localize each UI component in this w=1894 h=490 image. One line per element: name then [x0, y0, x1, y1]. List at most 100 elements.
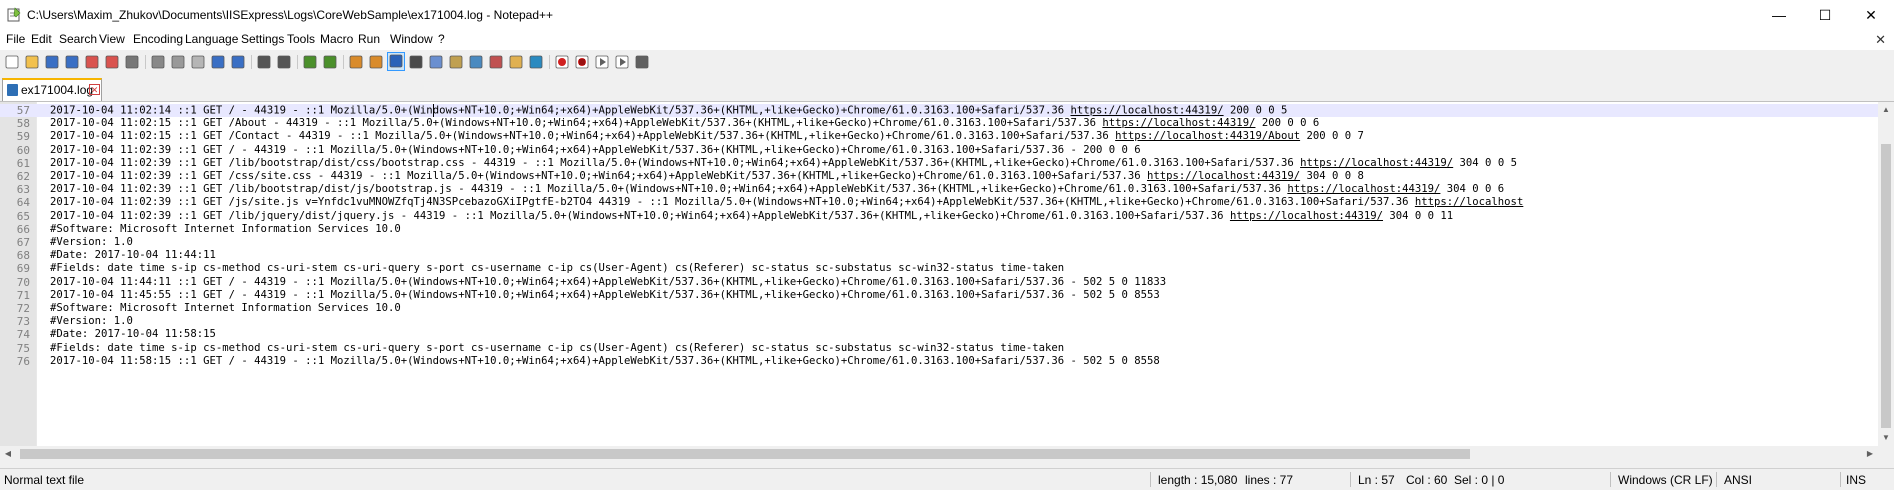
editor-line[interactable]: 57 2017-10-04 11:02:14 ::1 GET / - 44319 … — [0, 104, 1878, 117]
zoom-out-icon[interactable] — [322, 54, 338, 70]
editor-line[interactable]: 75 #Fields: date time s-ip cs-method cs-u… — [0, 342, 1878, 355]
new-file-icon[interactable] — [4, 54, 20, 70]
menu-view[interactable]: View — [99, 32, 125, 46]
folder-as-workspace-icon[interactable] — [508, 54, 524, 70]
menu-search[interactable]: Search — [59, 32, 97, 46]
menu-help[interactable]: ? — [438, 32, 445, 46]
monitoring-icon[interactable] — [528, 54, 544, 70]
menu-window[interactable]: Window — [390, 32, 433, 46]
language-define-icon[interactable] — [448, 54, 464, 70]
horizontal-scrollbar[interactable]: ◀ ▶ — [0, 446, 1878, 462]
editor-line[interactable]: 74 #Date: 2017-10-04 11:58:15 — [0, 328, 1878, 341]
scroll-left-icon[interactable]: ◀ — [0, 446, 16, 462]
text-segment: #Software: Microsoft Internet Informatio… — [50, 222, 401, 235]
sync-horizontal-icon[interactable] — [368, 54, 384, 70]
menu-run[interactable]: Run — [358, 32, 380, 46]
run-macro-multiple-icon[interactable] — [614, 54, 630, 70]
editor-line[interactable]: 63 2017-10-04 11:02:39 ::1 GET /lib/boots… — [0, 183, 1878, 196]
indent-guide-icon[interactable] — [428, 54, 444, 70]
status-divider — [1716, 472, 1717, 487]
status-bar: Normal text file length : 15,080 lines :… — [0, 468, 1894, 490]
open-file-icon[interactable] — [24, 54, 40, 70]
paste-icon[interactable] — [190, 54, 206, 70]
stop-recording-icon[interactable] — [574, 54, 590, 70]
menu-file[interactable]: File — [6, 32, 25, 46]
toolbar-separator — [549, 55, 550, 69]
close-button[interactable]: ✕ — [1848, 0, 1894, 30]
scroll-right-icon[interactable]: ▶ — [1862, 446, 1878, 462]
sync-vertical-icon[interactable] — [348, 54, 364, 70]
url-link[interactable]: https://localhost:44319/ — [1287, 183, 1440, 195]
menu-encoding[interactable]: Encoding — [133, 32, 183, 46]
tab-ex171004-log[interactable]: ex171004.log ✕ — [2, 78, 102, 101]
editor-line[interactable]: 70 2017-10-04 11:44:11 ::1 GET / - 44319 … — [0, 276, 1878, 289]
editor-line[interactable]: 72 #Software: Microsoft Internet Informat… — [0, 302, 1878, 315]
line-text: #Version: 1.0 — [50, 236, 133, 249]
text-segment: #Date: 2017-10-04 11:44:11 — [50, 249, 216, 262]
line-text: #Fields: date time s-ip cs-method cs-uri… — [50, 262, 1064, 275]
url-link[interactable]: https://localhost:44319/ — [1102, 117, 1255, 129]
close-icon[interactable] — [84, 54, 100, 70]
find-icon[interactable] — [256, 54, 272, 70]
show-all-characters-icon[interactable] — [408, 54, 424, 70]
editor-line[interactable]: 71 2017-10-04 11:45:55 ::1 GET / - 44319 … — [0, 289, 1878, 302]
close-all-icon[interactable] — [104, 54, 120, 70]
minimize-button[interactable]: — — [1756, 0, 1802, 30]
redo-icon[interactable] — [230, 54, 246, 70]
url-link[interactable]: https://localhost:44319/ — [1300, 157, 1453, 169]
scroll-up-icon[interactable]: ▲ — [1878, 102, 1894, 118]
vertical-scrollbar[interactable]: ▲ ▼ — [1878, 102, 1894, 446]
menu-edit[interactable]: Edit — [31, 32, 52, 46]
editor-line[interactable]: 67 #Version: 1.0 — [0, 236, 1878, 249]
url-link[interactable]: https://localhost:44319/ — [1071, 105, 1224, 117]
editor-line[interactable]: 76 2017-10-04 11:58:15 ::1 GET / - 44319 … — [0, 355, 1878, 368]
vertical-scroll-thumb[interactable] — [1881, 144, 1891, 428]
cut-icon[interactable] — [150, 54, 166, 70]
editor-line[interactable]: 59 2017-10-04 11:02:15 ::1 GET /Contact -… — [0, 130, 1878, 143]
url-link[interactable]: https://localhost:44319/ — [1230, 210, 1383, 222]
status-divider — [1610, 472, 1611, 487]
horizontal-scroll-thumb[interactable] — [20, 449, 1470, 459]
editor-line[interactable]: 58 2017-10-04 11:02:15 ::1 GET /About - 4… — [0, 117, 1878, 130]
line-text: #Date: 2017-10-04 11:44:11 — [50, 249, 216, 262]
undo-icon[interactable] — [210, 54, 226, 70]
replace-icon[interactable] — [276, 54, 292, 70]
text-segment: #Date: 2017-10-04 11:58:15 — [50, 328, 216, 341]
maximize-button[interactable]: ☐ — [1802, 0, 1848, 30]
editor-line[interactable]: 73 #Version: 1.0 — [0, 315, 1878, 328]
toolbar-separator — [297, 55, 298, 69]
menu-settings[interactable]: Settings — [241, 32, 284, 46]
editor-line[interactable]: 64 2017-10-04 11:02:39 ::1 GET /js/site.j… — [0, 196, 1878, 209]
line-number: 75 — [16, 341, 30, 355]
editor-line[interactable]: 62 2017-10-04 11:02:39 ::1 GET /css/site.… — [0, 170, 1878, 183]
word-wrap-icon[interactable] — [387, 52, 405, 71]
url-link[interactable]: https://localhost:44319/ — [1147, 170, 1300, 182]
function-list-icon[interactable] — [488, 54, 504, 70]
menu-macro[interactable]: Macro — [320, 32, 353, 46]
print-icon[interactable] — [124, 54, 140, 70]
editor-line[interactable]: 60 2017-10-04 11:02:39 ::1 GET / - 44319 … — [0, 144, 1878, 157]
copy-icon[interactable] — [170, 54, 186, 70]
play-macro-icon[interactable] — [594, 54, 610, 70]
editor-line[interactable]: 69 #Fields: date time s-ip cs-method cs-u… — [0, 262, 1878, 275]
save-macro-icon[interactable] — [634, 54, 650, 70]
editor-line[interactable]: 61 2017-10-04 11:02:39 ::1 GET /lib/boots… — [0, 157, 1878, 170]
close-document-icon[interactable]: ✕ — [1875, 32, 1886, 48]
url-link[interactable]: https://localhost:44319/About — [1115, 130, 1300, 142]
editor-line[interactable]: 66 #Software: Microsoft Internet Informat… — [0, 223, 1878, 236]
url-link[interactable]: https://localhost — [1415, 196, 1523, 208]
save-icon[interactable] — [44, 54, 60, 70]
zoom-in-icon[interactable] — [302, 54, 318, 70]
editor[interactable]: 57 2017-10-04 11:02:14 ::1 GET / - 44319 … — [0, 102, 1878, 446]
document-map-icon[interactable] — [468, 54, 484, 70]
save-all-icon[interactable] — [64, 54, 80, 70]
scroll-down-icon[interactable]: ▼ — [1878, 430, 1894, 446]
tab-close-icon[interactable]: ✕ — [89, 84, 100, 95]
line-number: 64 — [16, 196, 30, 210]
editor-line[interactable]: 68 #Date: 2017-10-04 11:44:11 — [0, 249, 1878, 262]
status-insert-mode: INS — [1846, 473, 1867, 487]
record-macro-icon[interactable] — [554, 54, 570, 70]
editor-line[interactable]: 65 2017-10-04 11:02:39 ::1 GET /lib/jquer… — [0, 210, 1878, 223]
menu-language[interactable]: Language — [185, 32, 238, 46]
menu-tools[interactable]: Tools — [287, 32, 315, 46]
